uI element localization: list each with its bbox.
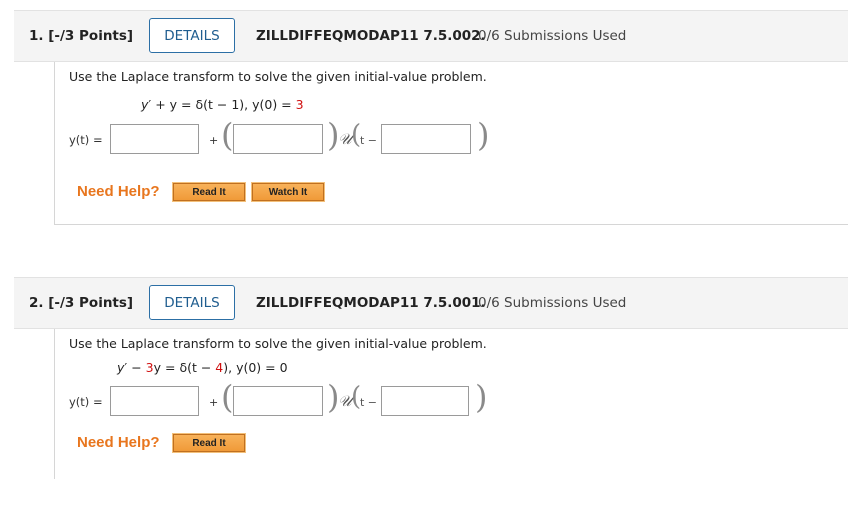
question-2-header: 2. [-/3 Points] DETAILS ZILLDIFFEQMODAP1… [14, 277, 848, 329]
question-2-body: Use the Laplace transform to solve the g… [54, 329, 848, 479]
right-paren-2: ) [475, 378, 488, 416]
answer-label: y(t) = [69, 133, 103, 147]
question-1-header: 1. [-/3 Points] DETAILS ZILLDIFFEQMODAP1… [14, 10, 848, 62]
question-number-points: 2. [-/3 Points] [29, 295, 134, 311]
unit-step-symbol: 𝒰 [338, 130, 352, 148]
eq-coefficient: 3 [145, 360, 154, 375]
details-button[interactable]: DETAILS [149, 285, 235, 320]
eq-operator-c: ), [223, 360, 237, 375]
answer-input-2[interactable] [233, 124, 323, 154]
answer-input-2[interactable] [233, 386, 323, 416]
left-paren: ( [221, 116, 234, 154]
plus-sign: + [209, 134, 219, 147]
differential-equation: y′ + y = δ(t − 1), y(0) = 3 [141, 97, 304, 112]
need-help-label: Need Help? [77, 183, 160, 200]
submissions-used: 0/6 Submissions Used [478, 28, 627, 44]
answer-input-1[interactable] [110, 386, 199, 416]
problem-code: ZILLDIFFEQMODAP11 7.5.002. [256, 28, 486, 44]
answer-input-3[interactable] [381, 386, 469, 416]
differential-equation: y′ − 3y = δ(t − 4), y(0) = 0 [117, 360, 288, 375]
answer-input-3[interactable] [381, 124, 471, 154]
eq-initial: y(0) = 0 [236, 360, 288, 375]
answer-input-1[interactable] [110, 124, 199, 154]
right-paren-2: ) [477, 116, 490, 154]
question-prompt: Use the Laplace transform to solve the g… [69, 336, 487, 351]
need-help-label: Need Help? [77, 434, 160, 451]
eq-operator: ′ + y = δ(t − 1), [148, 97, 253, 112]
left-paren: ( [221, 378, 234, 416]
eq-operator-b: y = δ(t − [153, 360, 216, 375]
read-it-button[interactable]: Read It [172, 182, 246, 202]
eq-initial-value: 3 [295, 97, 304, 112]
details-button[interactable]: DETAILS [149, 18, 235, 53]
question-prompt: Use the Laplace transform to solve the g… [69, 69, 487, 84]
question-1-body: Use the Laplace transform to solve the g… [54, 62, 848, 225]
problem-code: ZILLDIFFEQMODAP11 7.5.001. [256, 295, 486, 311]
answer-label: y(t) = [69, 395, 103, 409]
eq-initial: y(0) = [252, 97, 296, 112]
eq-operator-a: ′ − [124, 360, 146, 375]
watch-it-button[interactable]: Watch It [251, 182, 325, 202]
t-minus: t − [360, 134, 378, 147]
unit-step-symbol: 𝒰 [338, 392, 352, 410]
read-it-button[interactable]: Read It [172, 433, 246, 453]
plus-sign: + [209, 396, 219, 409]
question-number-points: 1. [-/3 Points] [29, 28, 134, 44]
t-minus: t − [360, 396, 378, 409]
submissions-used: 0/6 Submissions Used [478, 295, 627, 311]
